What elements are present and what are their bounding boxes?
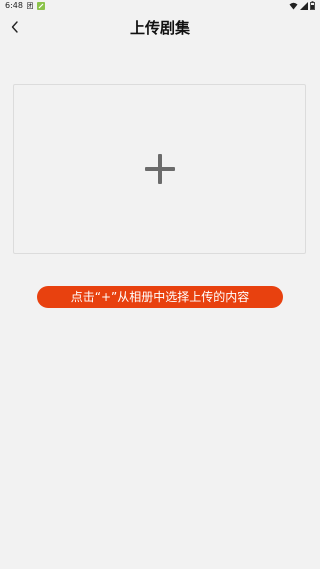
status-left: 6:48 团: [5, 1, 45, 10]
battery-icon: [310, 1, 315, 10]
app-notification-icon: [36, 1, 45, 10]
header: 上传剧集: [0, 11, 320, 45]
plus-icon[interactable]: [144, 154, 175, 184]
signal-icon: [300, 1, 308, 10]
status-time: 6:48: [5, 1, 23, 10]
page-title: 上传剧集: [129, 19, 190, 37]
hint-pill: 点击“+”从相册中选择上传的内容: [37, 286, 283, 308]
wifi-icon: [289, 2, 298, 10]
status-bar: 6:48 团: [0, 0, 320, 11]
status-right: [289, 1, 315, 10]
upload-box[interactable]: [13, 84, 306, 254]
notification-icon: 团: [26, 1, 34, 10]
